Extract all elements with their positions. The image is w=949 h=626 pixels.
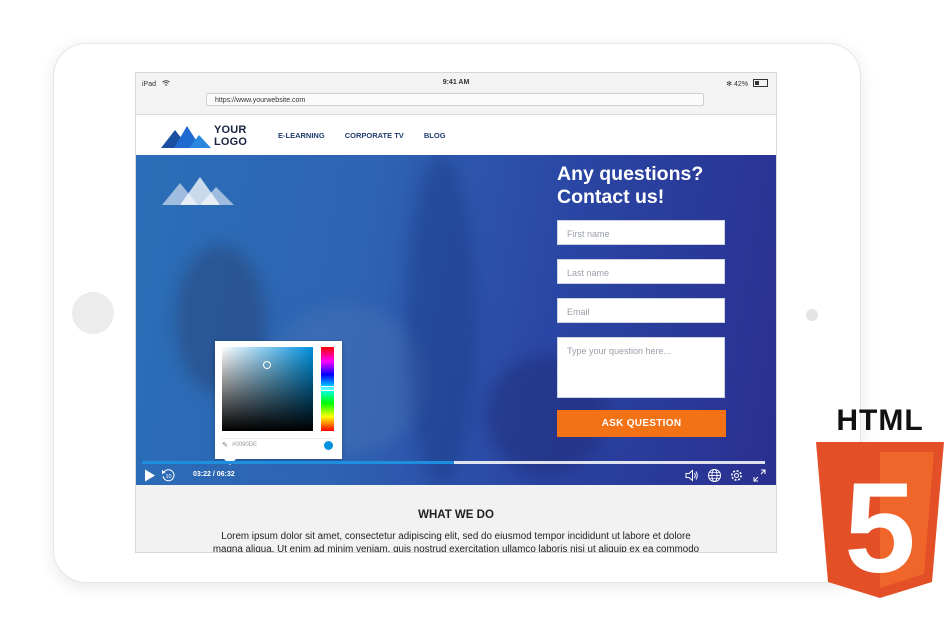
background-pillar: [406, 155, 476, 485]
fullscreen-icon[interactable]: [753, 469, 766, 482]
player-controls: 10 03:22 / 06:32: [136, 467, 776, 485]
home-button[interactable]: [72, 292, 114, 334]
ask-question-button[interactable]: ASK QUESTION: [557, 410, 726, 437]
nav-links: E-LEARNING CORPORATE TV BLOG: [278, 131, 464, 140]
section-text: Lorem ipsum dolor sit amet, consectetur …: [190, 530, 722, 552]
settings-gear-icon[interactable]: [729, 468, 744, 483]
section-text-line-1: Lorem ipsum dolor sit amet, consectetur …: [221, 531, 691, 542]
form-title-line-1: Any questions?: [557, 163, 704, 185]
eyedropper-icon[interactable]: ✎: [222, 441, 228, 449]
bluetooth-icon: ✻: [726, 81, 733, 88]
logo-line-1: YOUR: [214, 124, 247, 136]
logo-line-2: LOGO: [214, 136, 248, 148]
battery-percent: 42%: [734, 81, 749, 88]
hex-row: ✎ #0090DE: [222, 438, 334, 452]
rewind-label: 10: [165, 474, 171, 480]
form-title-line-2: Contact us!: [557, 186, 665, 208]
mountain-logo-icon: [161, 126, 211, 148]
browser-bar: https://www.yourwebsite.com: [136, 91, 776, 115]
volume-icon[interactable]: [685, 469, 699, 482]
progress-fill: [142, 461, 454, 464]
html5-badge: HTML 5: [816, 404, 944, 600]
hex-input[interactable]: #0090DE: [232, 442, 257, 448]
html5-number: 5: [844, 457, 915, 600]
status-time: 9:41 AM: [442, 79, 470, 86]
color-picker: ✎ #0090DE: [215, 341, 342, 465]
camera: [806, 309, 818, 321]
html-badge-label: HTML: [836, 404, 923, 437]
color-swatch: [324, 441, 333, 450]
language-globe-icon[interactable]: [707, 468, 722, 483]
what-we-do-section: WHAT WE DO Lorem ipsum dolor sit amet, c…: [136, 485, 776, 552]
status-bar: iPad 9:41 AM ✻ 42%: [136, 73, 776, 93]
last-name-field[interactable]: Last name: [557, 259, 725, 284]
url-field[interactable]: https://www.yourwebsite.com: [206, 93, 704, 106]
status-right: ✻ 42%: [726, 79, 768, 88]
question-textarea[interactable]: Type your question here...: [557, 337, 725, 398]
logo-text: YOUR LOGO: [214, 124, 247, 148]
nav-link-e-learning[interactable]: E-LEARNING: [278, 131, 325, 140]
site-nav: YOUR LOGO E-LEARNING CORPORATE TV BLOG: [136, 115, 776, 156]
email-field[interactable]: Email: [557, 298, 725, 323]
time-display: 03:22 / 06:32: [193, 471, 235, 478]
first-name-field[interactable]: First name: [557, 220, 725, 245]
battery-icon: [753, 79, 768, 87]
form-title: Any questions? Contact us!: [557, 163, 767, 209]
video-hero[interactable]: Any questions? Contact us! First name La…: [136, 155, 776, 485]
rewind-10-icon[interactable]: 10: [161, 468, 176, 483]
mountain-watermark-icon: [162, 177, 234, 205]
progress-bar[interactable]: [142, 461, 765, 464]
hue-handle[interactable]: [318, 386, 339, 391]
saturation-value-area[interactable]: [222, 347, 313, 431]
tablet-screen: iPad 9:41 AM ✻ 42% https://www.yourwebsi…: [136, 73, 776, 552]
section-title: WHAT WE DO: [418, 509, 494, 521]
color-handle[interactable]: [263, 361, 271, 369]
section-text-line-2: magna aliqua. Ut enim ad minim veniam, q…: [212, 544, 700, 552]
play-icon[interactable]: [144, 469, 156, 482]
nav-link-blog[interactable]: BLOG: [424, 131, 446, 140]
nav-link-corporate-tv[interactable]: CORPORATE TV: [345, 131, 404, 140]
site-logo[interactable]: YOUR LOGO: [161, 123, 261, 149]
